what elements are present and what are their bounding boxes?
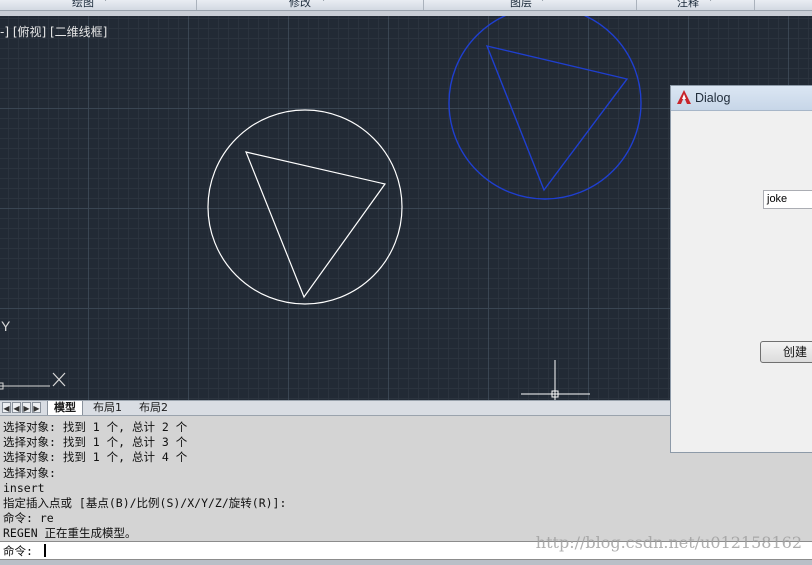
dialog-titlebar[interactable]: Dialog [671, 86, 812, 111]
command-history-line: 选择对象: 找到 1 个, 总计 3 个 [3, 435, 188, 450]
status-bar [0, 559, 812, 565]
command-history-line: 选择对象: [3, 465, 56, 480]
ribbon-panel-modify-label: 修改 [289, 0, 311, 9]
white-triangle[interactable] [245, 151, 387, 299]
white-circle[interactable] [207, 109, 403, 305]
command-line[interactable]: 命令: http://blog.csdn.net/u012158162 [0, 533, 812, 559]
ucs-y-label: Y [1, 318, 11, 334]
command-history-line: REGEN 正在重生成模型。 [3, 526, 137, 541]
command-history: 选择对象: 找到 1 个, 总计 2 个 选择对象: 找到 1 个, 总计 3 … [3, 420, 286, 542]
chevron-down-icon: ▼ [708, 0, 713, 2]
chevron-down-icon: ▼ [103, 0, 108, 2]
command-history-line: 指定插入点或 [基点(B)/比例(S)/X/Y/Z/旋转(R)]: [3, 496, 287, 511]
selected-triangle[interactable] [485, 45, 629, 192]
ucs-icon: Y [0, 318, 66, 390]
name-text-field[interactable]: joke [763, 190, 812, 209]
ribbon-panel-draw-label: 绘图 [72, 0, 94, 9]
dialog-window: Dialog joke 创建 [670, 85, 812, 453]
crosshair-cursor-icon [521, 360, 590, 400]
chevron-down-icon: ▼ [540, 0, 545, 2]
next-layout-button[interactable]: ▶ [22, 402, 31, 413]
tab-model[interactable]: 模型 [47, 401, 83, 415]
watermark: http://blog.csdn.net/u012158162 [535, 533, 802, 552]
ribbon-panel-draw[interactable]: 绘图 ▼ [0, 0, 197, 10]
chevron-down-icon: ▼ [321, 0, 326, 2]
autocad-logo-icon [677, 90, 691, 104]
ribbon-panel-layers[interactable]: 图层 ▼ [424, 0, 637, 10]
text-cursor [44, 544, 46, 557]
ribbon: 绘图 ▼ 修改 ▼ 图层 ▼ 注释 ▼ [0, 0, 812, 11]
command-history-line: 命令: re [3, 511, 54, 526]
layout-tabs-bar: ◀ ◀ ▶ ▶ 模型 布局1 布局2 [0, 400, 670, 416]
tab-layout2[interactable]: 布局2 [133, 401, 174, 415]
ribbon-panel-annotate-label: 注释 [677, 0, 699, 9]
selected-circle[interactable] [448, 16, 642, 200]
command-history-line: insert [3, 480, 45, 495]
ribbon-panel-modify[interactable]: 修改 ▼ [197, 0, 424, 10]
command-history-line: 选择对象: 找到 1 个, 总计 2 个 [3, 420, 188, 434]
last-layout-button[interactable]: ▶ [32, 402, 41, 413]
command-history-line: 选择对象: 找到 1 个, 总计 4 个 [3, 450, 188, 465]
create-button[interactable]: 创建 [760, 341, 812, 363]
tab-layout1[interactable]: 布局1 [87, 401, 128, 415]
prev-layout-button[interactable]: ◀ [12, 402, 21, 413]
dialog-title: Dialog [695, 91, 731, 105]
command-prompt: 命令: [3, 544, 33, 558]
ribbon-panel-layers-label: 图层 [510, 0, 532, 9]
ribbon-panel-annotate[interactable]: 注释 ▼ [637, 0, 755, 10]
first-layout-button[interactable]: ◀ [2, 402, 11, 413]
